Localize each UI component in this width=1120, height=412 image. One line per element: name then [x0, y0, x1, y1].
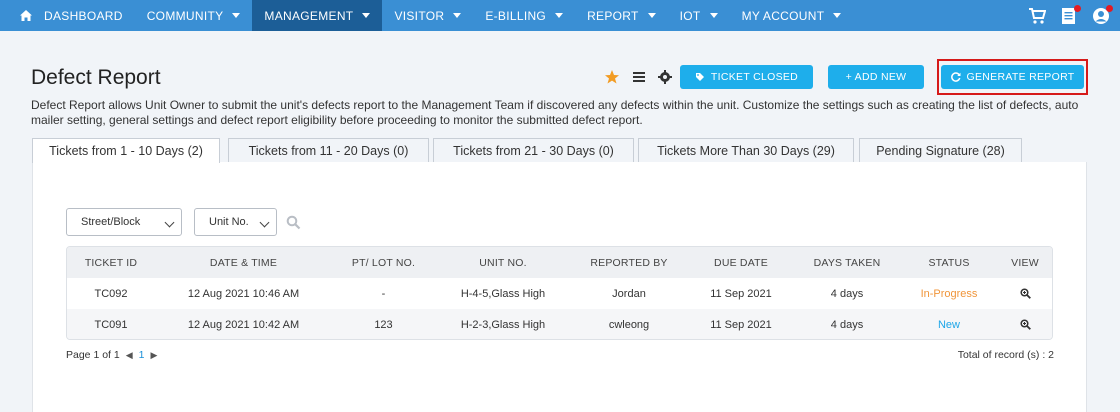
tab-pending-signature[interactable]: Pending Signature (28): [859, 138, 1022, 162]
cart-icon[interactable]: [1028, 7, 1046, 25]
next-page-icon[interactable]: ▶: [150, 350, 157, 361]
tag-icon: [695, 73, 704, 81]
cell-days-taken: 4 days: [830, 318, 864, 331]
cell-due-date: 11 Sep 2021: [710, 287, 772, 300]
page-info: Page 1 of 1: [66, 349, 120, 361]
star-icon[interactable]: [604, 69, 620, 85]
nav-label: REPORT: [587, 8, 639, 23]
home-icon: [20, 10, 32, 21]
tab-label: Tickets from 1 - 10 Days (2): [49, 144, 203, 158]
button-label: + ADD NEW: [845, 71, 907, 83]
notification-dot: [1106, 4, 1113, 12]
nav-label: COMMUNITY: [146, 8, 224, 23]
cell-date-time: 12 Aug 2021 10:46 AM: [187, 287, 300, 300]
nav-item-community[interactable]: COMMUNITY: [135, 0, 253, 31]
tab-11-20-days[interactable]: Tickets from 11 - 20 Days (0): [228, 138, 429, 162]
list-menu-icon[interactable]: [631, 69, 647, 85]
cell-unit-no: H-4-5,Glass High: [460, 287, 546, 300]
status-badge: New: [937, 318, 960, 331]
nav-item-iot[interactable]: IOT: [668, 0, 730, 31]
tab-1-10-days[interactable]: Tickets from 1 - 10 Days (2): [32, 138, 220, 163]
caret-down-icon: [709, 13, 718, 18]
total-records: Total of record (s) : 2: [957, 349, 1054, 361]
button-label: TICKET CLOSED: [710, 71, 799, 83]
cell-reported-by: cwleong: [608, 318, 650, 331]
select-value: Unit No.: [209, 216, 249, 228]
document-icon[interactable]: [1060, 4, 1081, 25]
caret-down-icon: [833, 13, 842, 18]
header-unit-no[interactable]: UNIT NO.: [435, 247, 571, 278]
cell-unit-no: H-2-3,Glass High: [460, 318, 546, 331]
table-row[interactable]: TC092 12 Aug 2021 10:46 AM - H-4-5,Glass…: [67, 278, 1052, 309]
tab-21-30-days[interactable]: Tickets from 21 - 30 Days (0): [433, 138, 634, 162]
header-date-time[interactable]: DATE & TIME: [155, 247, 332, 278]
nav-label: VISITOR: [394, 8, 445, 23]
cell-ticket-id: TC091: [94, 318, 128, 331]
select-value: Street/Block: [81, 216, 141, 228]
nav-label: DASHBOARD: [44, 8, 123, 23]
header-ticket-id[interactable]: TICKET ID: [67, 247, 155, 278]
tab-label: Pending Signature (28): [876, 143, 1005, 158]
top-navigation: DASHBOARD COMMUNITY MANAGEMENT VISITOR E…: [0, 0, 1120, 31]
prev-page-icon[interactable]: ◀: [126, 350, 133, 361]
nav-label: MANAGEMENT: [264, 8, 354, 23]
caret-down-icon: [647, 13, 656, 18]
header-days-taken[interactable]: DAYS TAKEN: [795, 247, 899, 278]
header-status[interactable]: STATUS: [899, 247, 999, 278]
user-profile-icon[interactable]: [1092, 4, 1113, 25]
tab-more-than-30-days[interactable]: Tickets More Than 30 Days (29): [638, 138, 854, 162]
caret-down-icon: [362, 13, 371, 18]
street-block-select[interactable]: Street/Block: [66, 208, 182, 236]
header-due-date[interactable]: DUE DATE: [687, 247, 795, 278]
tab-label: Tickets from 21 - 30 Days (0): [453, 143, 614, 158]
header-lot-no[interactable]: PT/ LOT NO.: [332, 247, 435, 278]
zoom-view-icon[interactable]: [1019, 319, 1031, 330]
chevron-down-icon: [259, 217, 270, 228]
unit-no-select[interactable]: Unit No.: [194, 208, 277, 236]
nav-label: MY ACCOUNT: [741, 8, 825, 23]
page-number-current[interactable]: 1: [139, 349, 145, 361]
notification-dot: [1074, 4, 1081, 12]
cell-view: [999, 309, 1051, 339]
nav-item-dashboard[interactable]: DASHBOARD: [0, 0, 135, 31]
caret-down-icon: [453, 13, 462, 18]
cell-days-taken: 4 days: [830, 287, 864, 300]
tab-label: Tickets from 11 - 20 Days (0): [248, 143, 409, 158]
status-badge: In-Progress: [920, 287, 978, 300]
header-reported-by[interactable]: REPORTED BY: [571, 247, 687, 278]
cell-reported-by: Jordan: [612, 287, 646, 300]
nav-item-visitor[interactable]: VISITOR: [382, 0, 473, 31]
settings-gear-icon[interactable]: [657, 69, 673, 85]
table-header: TICKET ID DATE & TIME PT/ LOT NO. UNIT N…: [67, 247, 1052, 278]
caret-down-icon: [555, 13, 564, 18]
add-new-button[interactable]: + ADD NEW: [828, 65, 924, 89]
nav-label: E-BILLING: [485, 8, 547, 23]
cell-due-date: 11 Sep 2021: [710, 318, 772, 331]
chevron-down-icon: [164, 217, 175, 228]
cell-ticket-id: TC092: [94, 287, 128, 300]
zoom-view-icon[interactable]: [1019, 288, 1031, 299]
cell-view: [999, 278, 1051, 309]
search-icon[interactable]: [286, 215, 301, 230]
pagination: Page 1 of 1 ◀ 1 ▶: [66, 349, 157, 361]
tab-label: Tickets More Than 30 Days (29): [657, 143, 835, 158]
cell-lot-no: -: [381, 287, 386, 300]
cell-lot-no: 123: [374, 318, 393, 331]
cell-date-time: 12 Aug 2021 10:42 AM: [187, 318, 300, 331]
header-view: VIEW: [1011, 256, 1039, 269]
caret-down-icon: [232, 13, 241, 18]
table-row[interactable]: TC091 12 Aug 2021 10:42 AM 123 H-2-3,Gla…: [67, 309, 1052, 339]
nav-item-e-billing[interactable]: E-BILLING: [473, 0, 575, 31]
ticket-closed-button[interactable]: TICKET CLOSED: [680, 65, 813, 89]
highlight-box: [937, 59, 1088, 95]
nav-item-my-account[interactable]: MY ACCOUNT: [730, 0, 854, 31]
defect-table: TICKET ID DATE & TIME PT/ LOT NO. UNIT N…: [66, 246, 1053, 340]
nav-item-management[interactable]: MANAGEMENT: [252, 0, 383, 31]
nav-utilities: [1028, 0, 1113, 31]
nav-item-report[interactable]: REPORT: [575, 0, 668, 31]
page-description: Defect Report allows Unit Owner to submi…: [31, 98, 1079, 127]
nav-label: IOT: [679, 8, 701, 23]
